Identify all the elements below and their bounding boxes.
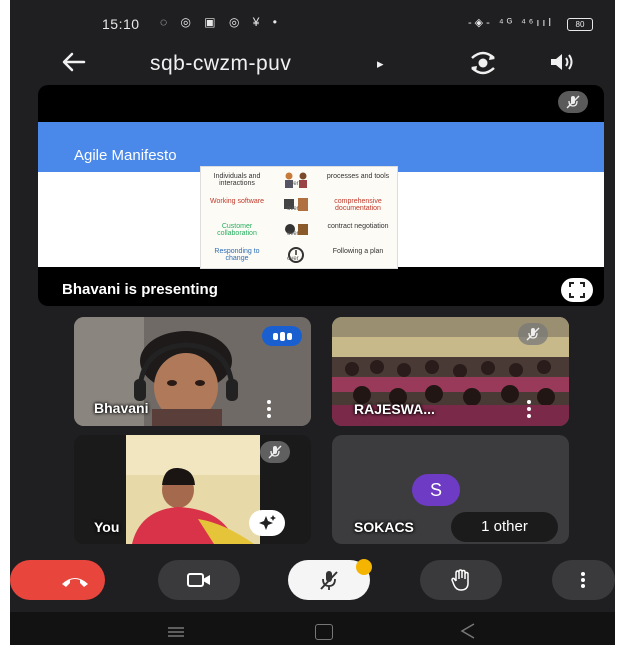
recent-apps-icon[interactable]: [166, 627, 186, 637]
mic-off-icon: [320, 571, 338, 590]
shared-slide: Agile Manifesto Individuals and interact…: [38, 122, 604, 269]
participant-name: You: [94, 519, 120, 535]
signal-icons: -◈- ⁴ᴳ ⁴⁶ııl: [468, 17, 554, 29]
manifesto-left: Individuals and interactions: [213, 173, 261, 187]
more-vertical-icon[interactable]: [526, 399, 532, 419]
participant-mic-off-badge: [518, 323, 548, 345]
fullscreen-button[interactable]: [561, 278, 593, 302]
manifesto-left: Working software: [210, 198, 264, 205]
mic-off-icon: [526, 327, 540, 341]
others-chip[interactable]: 1 other: [451, 512, 558, 542]
system-nav-bar: [10, 612, 615, 645]
notification-dot: [356, 559, 372, 575]
mic-off-icon: [566, 95, 580, 109]
presentation-tile[interactable]: Agile Manifesto Individuals and interact…: [38, 85, 604, 306]
raise-hand-button[interactable]: [420, 560, 502, 600]
battery-icon: 80: [567, 18, 593, 31]
over-label: over: [287, 231, 299, 237]
chevron-right-icon[interactable]: ▸: [377, 56, 384, 72]
status-bar: 15:10 ◌ ◎ ▣ ◎ ¥ • -◈- ⁴ᴳ ⁴⁶ııl 80: [10, 14, 615, 36]
avatar: S: [412, 474, 460, 506]
over-label: over: [287, 256, 299, 262]
slide-header: Agile Manifesto: [38, 122, 604, 172]
slide-title: Agile Manifesto: [74, 147, 177, 164]
sparkle-icon: [259, 515, 276, 530]
home-icon[interactable]: [315, 624, 333, 640]
presenter-mic-off-badge: [558, 91, 588, 113]
manifesto-right: processes and tools: [326, 173, 390, 180]
camera-button[interactable]: [158, 560, 240, 600]
presenter-label: Bhavani is presenting: [62, 281, 218, 298]
more-vertical-icon: [581, 572, 585, 588]
manifesto-right: contract negotiation: [327, 223, 389, 230]
participant-name: Bhavani: [94, 400, 149, 416]
effects-button[interactable]: [249, 510, 285, 536]
manifesto-graphic: Individuals and interactions over proces…: [200, 166, 398, 269]
participant-name: SOKACS: [354, 519, 414, 535]
fullscreen-icon: [569, 282, 585, 298]
video-camera-icon: [187, 573, 210, 587]
switch-camera-icon[interactable]: [468, 50, 498, 76]
speaker-icon[interactable]: [548, 50, 576, 74]
self-mic-off-badge: [260, 441, 290, 463]
participant-tile-rajeswari[interactable]: RAJESWA...: [332, 317, 569, 426]
meeting-header: sqb-cwzm-puv ▸: [10, 44, 615, 80]
meet-screen: 15:10 ◌ ◎ ▣ ◎ ¥ • -◈- ⁴ᴳ ⁴⁶ııl 80 sqb-cw…: [10, 0, 615, 645]
raise-hand-icon: [451, 569, 469, 591]
mic-off-icon: [268, 445, 282, 459]
over-label: over: [287, 206, 299, 212]
more-options-button[interactable]: [552, 560, 615, 600]
manifesto-row: Working software over comprehensive docu…: [201, 194, 397, 218]
manifesto-left: Customer collaboration: [217, 223, 257, 237]
notification-icons: ◌ ◎ ▣ ◎ ¥ •: [160, 15, 282, 29]
manifesto-right: Following a plan: [332, 248, 384, 255]
more-vertical-icon[interactable]: [266, 399, 272, 419]
manifesto-row: Customer collaboration over contract neg…: [201, 219, 397, 243]
speaking-indicator-icon: [262, 326, 302, 346]
back-arrow-icon[interactable]: [60, 48, 88, 76]
meeting-code[interactable]: sqb-cwzm-puv: [150, 52, 291, 76]
manifesto-left: Responding to change: [214, 248, 260, 262]
manifesto-row: Responding to change over Following a pl…: [201, 244, 397, 268]
nav-back-icon[interactable]: [458, 622, 478, 640]
end-call-icon: [62, 578, 88, 587]
end-call-button[interactable]: [10, 560, 105, 600]
participant-name: RAJESWA...: [354, 401, 435, 417]
manifesto-row: Individuals and interactions over proces…: [201, 169, 397, 193]
status-time: 15:10: [102, 16, 140, 32]
over-label: over: [287, 181, 299, 187]
manifesto-right: comprehensive documentation: [334, 198, 382, 212]
call-controls: [10, 556, 615, 604]
